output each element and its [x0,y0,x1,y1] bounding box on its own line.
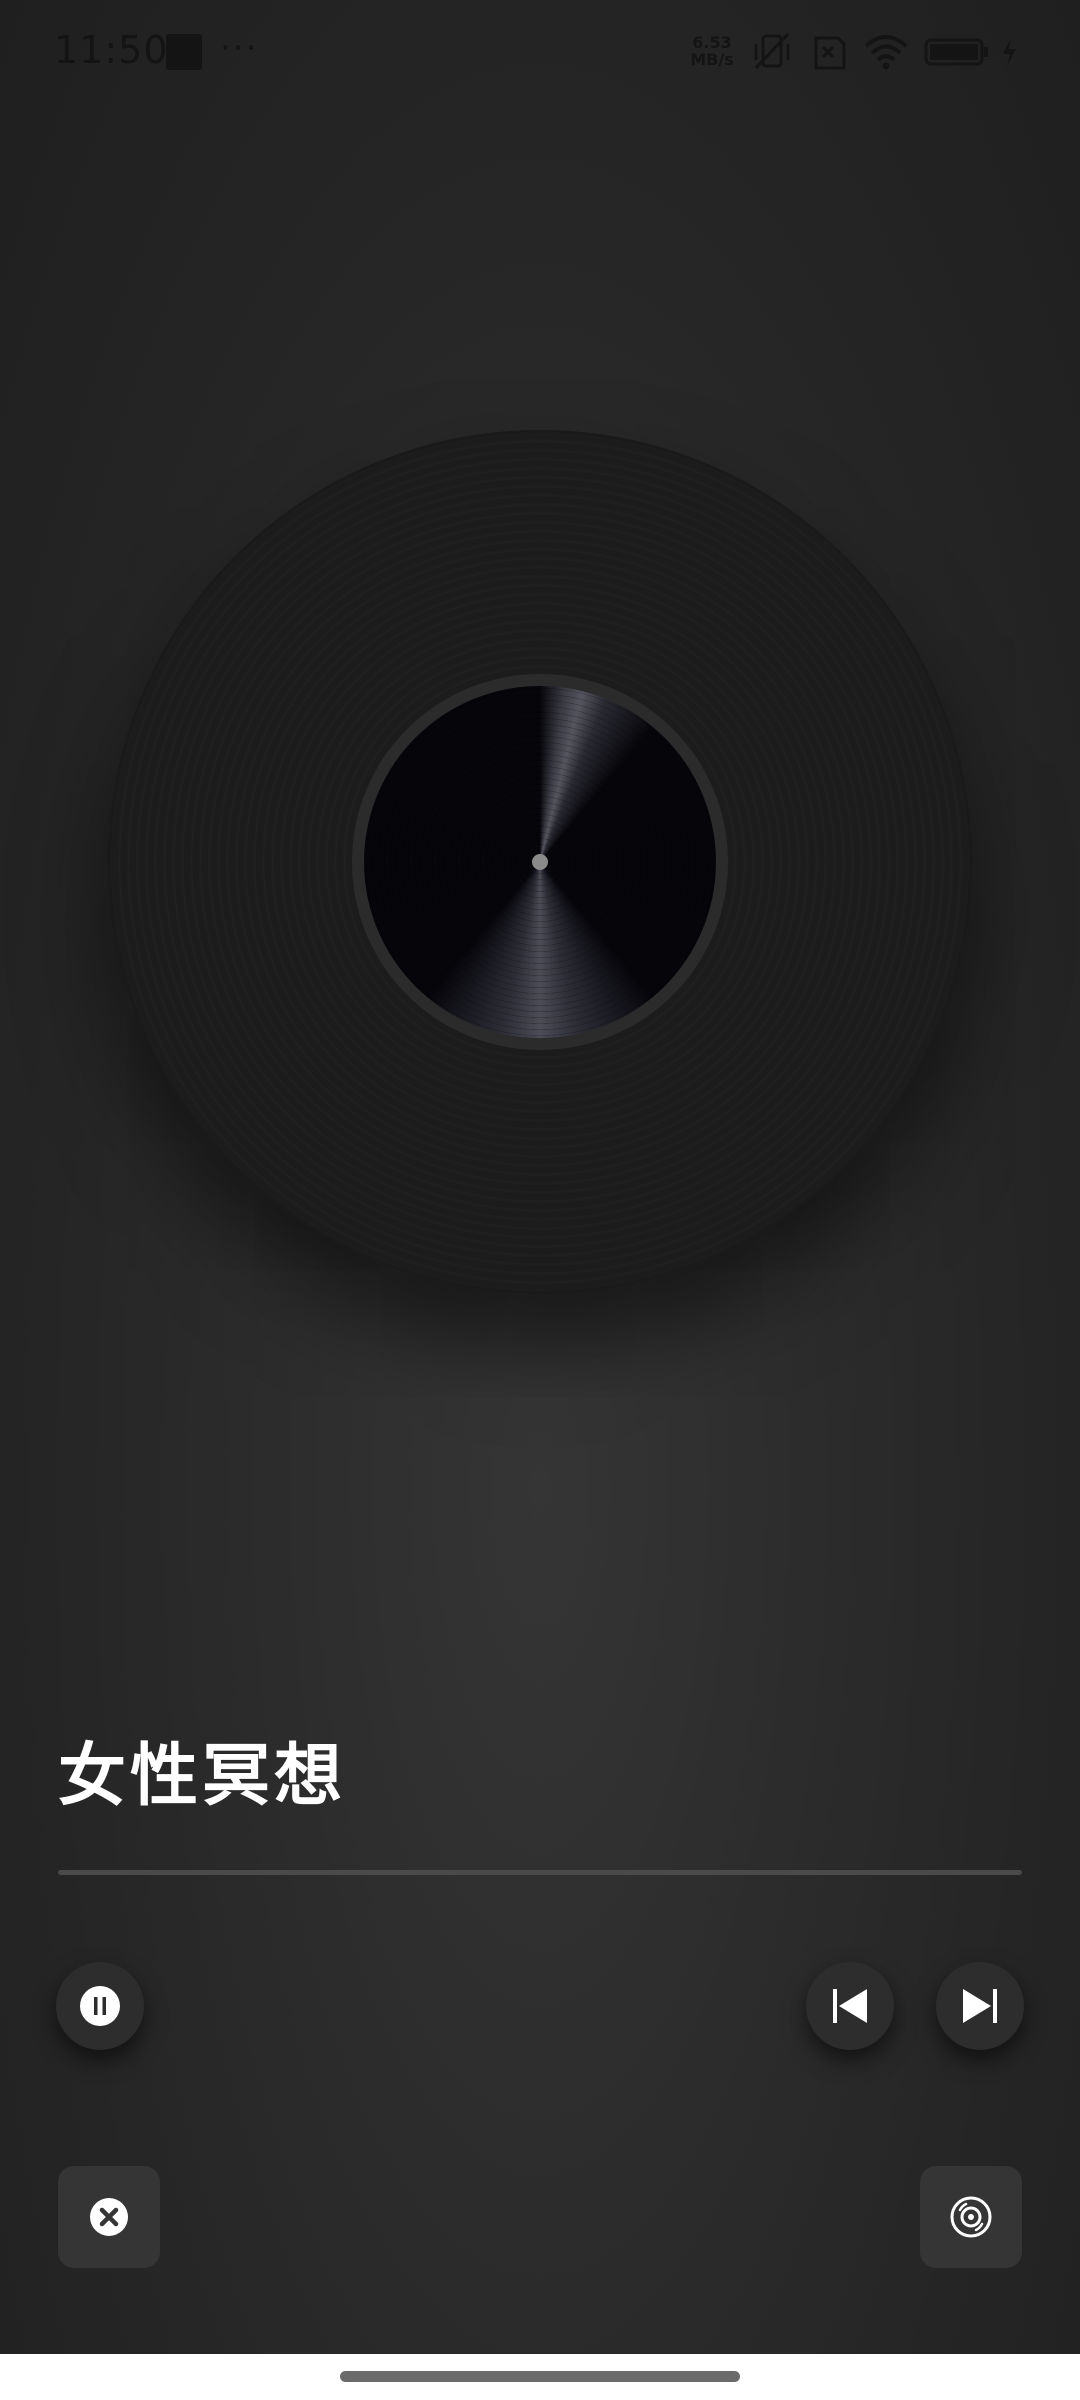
sim-blocked-icon [814,36,846,70]
previous-button[interactable] [806,1962,894,2050]
skip-previous-icon [833,1989,867,2023]
battery-icon [924,38,988,66]
wifi-icon [864,35,908,70]
next-button[interactable] [936,1962,1024,2050]
close-button[interactable] [58,2166,160,2268]
network-speed-unit: MB/s [690,50,734,69]
music-player-screen: 11:50 ··· 6.53 MB/s 女性冥想 [0,0,1080,2400]
disc-button[interactable] [920,2166,1022,2268]
network-speed-value: 6.53 [692,33,732,52]
skip-next-icon [963,1989,997,2023]
app-square-icon [166,34,202,70]
pause-icon [80,1986,120,2026]
more-notifications-icon: ··· [220,28,259,68]
progress-bar[interactable] [58,1870,1022,1875]
network-speed: 6.53 MB/s [688,34,736,68]
vibrate-off-icon [754,32,790,70]
vinyl-spindle [532,854,548,870]
status-time: 11:50 [54,28,169,72]
charging-icon [1003,38,1016,66]
navigation-bar [0,2354,1080,2400]
status-bar: 11:50 ··· 6.53 MB/s [0,0,1080,104]
close-icon [90,2198,128,2236]
gesture-handle[interactable] [340,2371,740,2382]
disc-icon [950,2196,992,2238]
pause-button[interactable] [56,1962,144,2050]
vinyl-record [108,430,972,1294]
track-title: 女性冥想 [58,1737,347,1816]
